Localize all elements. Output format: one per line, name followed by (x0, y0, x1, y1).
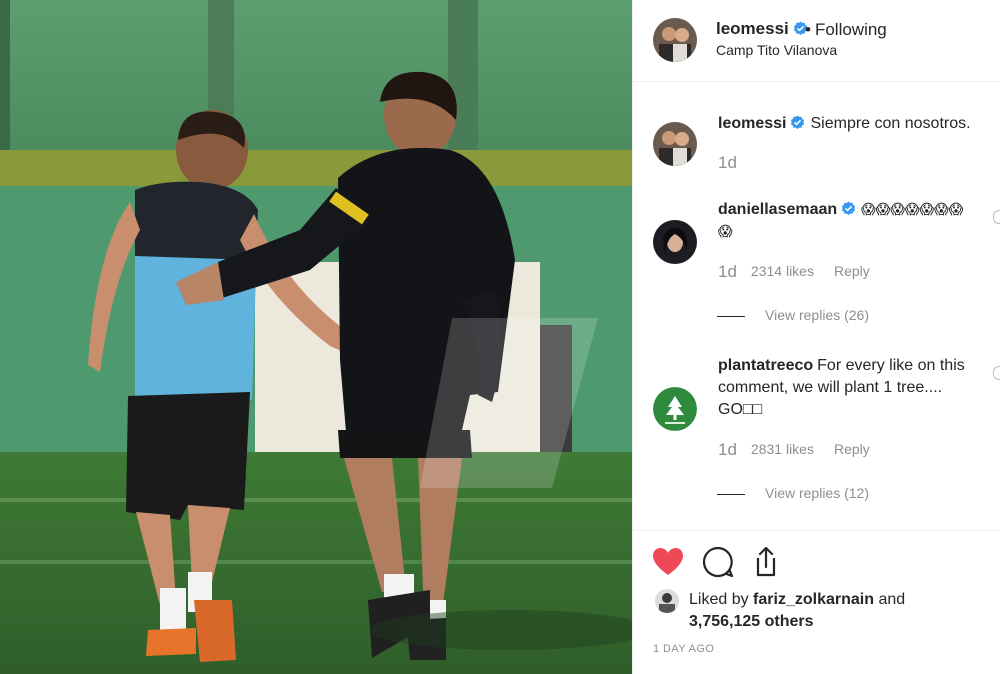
liked-by-text: Liked by fariz_zolkarnain and 3,756,125 … (689, 589, 989, 633)
comment-time[interactable]: 1d (718, 262, 737, 281)
comment-meta: 1d 2831 likes Reply (718, 440, 870, 460)
comment-time[interactable]: 1d (718, 153, 737, 172)
view-replies-button[interactable]: View replies (12) (717, 485, 869, 501)
comment-text: Siempre con nosotros. (810, 115, 971, 132)
view-replies-label[interactable]: View replies (12) (765, 485, 869, 501)
comment-username[interactable]: plantatreeco (718, 357, 813, 374)
comment-likes[interactable]: 2831 likes (751, 441, 814, 457)
comment-bubble-icon[interactable] (701, 545, 735, 579)
comment-likes[interactable]: 2314 likes (751, 263, 814, 279)
likes-count-link[interactable]: 3,756,125 others (689, 613, 814, 630)
comment-like-icon[interactable] (993, 210, 1000, 224)
post-footer: Liked by fariz_zolkarnain and 3,756,125 … (633, 530, 1000, 674)
liker-username[interactable]: fariz_zolkarnain (753, 591, 874, 608)
verified-badge-icon (790, 115, 805, 130)
comment-time[interactable]: 1d (718, 440, 737, 459)
view-replies-label[interactable]: View replies (26) (765, 307, 869, 323)
comment-body: plantatreeco For every like on this comme… (718, 355, 973, 421)
author-username-link[interactable]: leomessi (716, 19, 808, 39)
commenter-avatar[interactable] (653, 220, 697, 264)
location-link[interactable]: Camp Tito Vilanova (716, 42, 837, 58)
author-avatar[interactable] (653, 18, 697, 62)
liker-avatar[interactable] (655, 589, 679, 613)
post-header: leomessi • Following Camp Tito Vilanova (633, 0, 1000, 82)
heart-filled-icon[interactable] (651, 545, 685, 579)
commenter-avatar[interactable] (653, 387, 697, 431)
verified-badge-icon (841, 201, 856, 216)
post-photo (0, 0, 632, 674)
comment-body: leomessi Siempre con nosotros. (718, 113, 973, 135)
comment-username[interactable]: daniellasemaan (718, 201, 837, 218)
reply-button[interactable]: Reply (834, 441, 870, 457)
post-timestamp[interactable]: 1 DAY AGO (653, 643, 714, 655)
replies-divider (717, 315, 745, 317)
reply-button[interactable]: Reply (834, 263, 870, 279)
comment-meta: 1d 2314 likes Reply (718, 262, 870, 282)
post-side-panel: leomessi • Following Camp Tito Vilanova l… (632, 0, 1000, 674)
share-upload-icon[interactable] (749, 545, 783, 579)
comment-like-icon[interactable] (993, 366, 1000, 380)
view-replies-button[interactable]: View replies (26) (717, 307, 869, 323)
follow-separator: • (805, 20, 811, 39)
author-username[interactable]: leomessi (716, 19, 789, 38)
commenter-avatar[interactable] (653, 122, 697, 166)
comment-username[interactable]: leomessi (718, 115, 786, 132)
following-label[interactable]: Following (815, 20, 887, 39)
liked-by-prefix: Liked by (689, 591, 749, 608)
follow-status[interactable]: • Following (805, 20, 887, 40)
liked-by-conjunction: and (878, 591, 906, 608)
comment-body: daniellasemaan 😱😱😱😱😱😱😱😱 (718, 199, 973, 243)
replies-divider (717, 493, 745, 495)
comment-meta: 1d (718, 153, 751, 173)
